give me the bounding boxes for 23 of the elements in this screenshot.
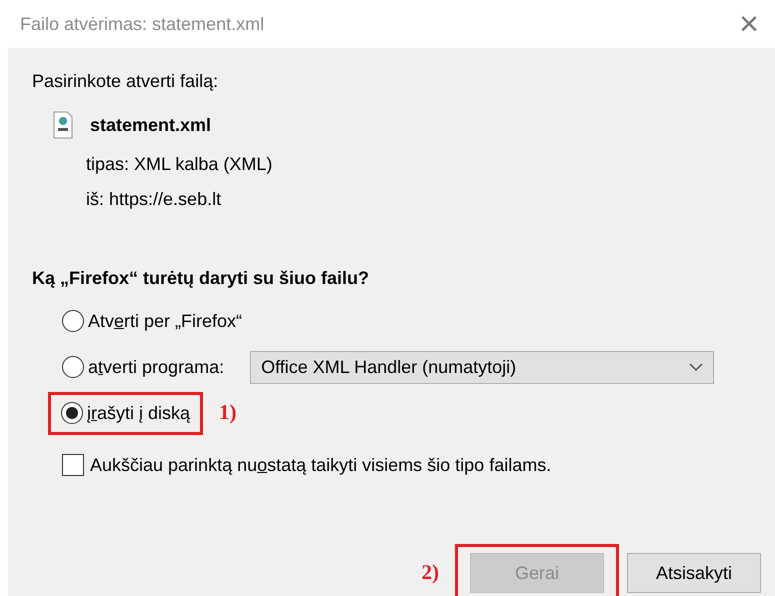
radio-label[interactable]: Atverti per „Firefox“ bbox=[88, 308, 242, 334]
intro-text: Pasirinkote atverti failą: bbox=[32, 70, 220, 93]
radio-label[interactable]: įrašyti į diską bbox=[87, 400, 190, 426]
chevron-down-icon bbox=[689, 363, 704, 371]
window-title: Failo atvėrimas: statement.xml bbox=[20, 12, 264, 36]
checkbox-label[interactable]: Aukščiau parinktą nuostatą taikyti visiems šio tipo failams. bbox=[90, 452, 552, 478]
xml-file-icon bbox=[52, 111, 74, 139]
application-dropdown[interactable]: Office XML Handler (numatytoji) bbox=[250, 350, 714, 384]
radio-label[interactable]: atverti programa: bbox=[88, 354, 224, 380]
type-label: tipas: bbox=[86, 154, 130, 174]
close-button[interactable]: × bbox=[735, 7, 763, 41]
source-label: iš: bbox=[86, 189, 104, 209]
radio-button[interactable] bbox=[62, 356, 84, 378]
step-annotation: 1) bbox=[219, 399, 237, 426]
type-value: XML kalba (XML) bbox=[134, 154, 272, 174]
cancel-button[interactable]: Atsisakyti bbox=[627, 553, 761, 593]
step-annotation: 2) bbox=[422, 559, 439, 586]
checkbox[interactable] bbox=[62, 454, 84, 476]
radio-button[interactable] bbox=[62, 310, 84, 332]
radio-button[interactable] bbox=[61, 402, 83, 424]
source-url: https://e.seb.lt bbox=[109, 189, 222, 209]
question-text: Ką „Firefox“ turėtų daryti su šiuo failu? bbox=[32, 267, 370, 290]
file-name: statement.xml bbox=[90, 114, 212, 136]
